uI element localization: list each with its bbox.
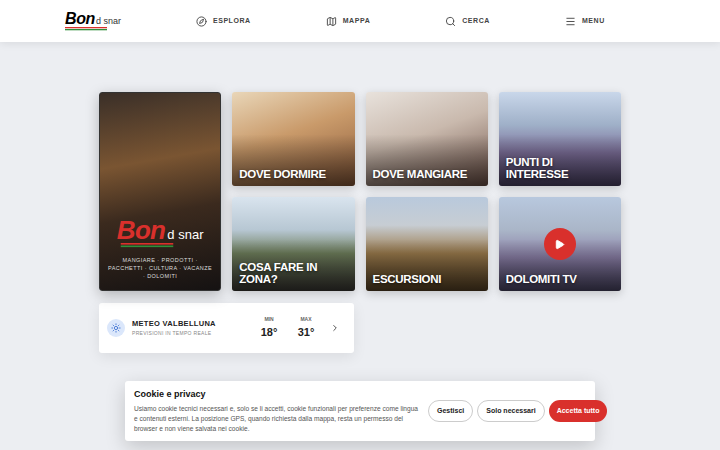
play-button[interactable] xyxy=(544,228,576,260)
tile-label: DOVE DORMIRE xyxy=(232,168,354,186)
category-tile[interactable]: ESCURSIONI xyxy=(366,197,488,291)
weather-max: MAX31° xyxy=(295,316,317,340)
feature-tagline: MANGIARE · PRODOTTI · PACCHETTI · CULTUR… xyxy=(108,256,212,280)
feature-tile[interactable]: Bond snar MANGIARE · PRODOTTI · PACCHETTI… xyxy=(99,92,221,291)
nav-item[interactable]: MAPPA xyxy=(326,16,371,27)
category-tile[interactable]: DOVE DORMIRE xyxy=(232,92,354,186)
cookie-button[interactable]: Gestisci xyxy=(428,400,473,422)
tile-label: DOLOMITI TV xyxy=(499,273,621,291)
nav-item[interactable]: CERCA xyxy=(445,16,490,27)
logo[interactable]: Bond snar xyxy=(65,11,121,31)
nav-icon xyxy=(196,16,207,27)
sun-icon xyxy=(111,323,121,333)
tile-label: COSA FARE IN ZONA? xyxy=(232,261,354,291)
main-nav: ESPLORA MAPPA CERCA MENU xyxy=(196,16,605,27)
tile-label: DOVE MANGIARE xyxy=(366,168,488,186)
nav-item[interactable]: ESPLORA xyxy=(196,16,251,27)
tile-label: ESCURSIONI xyxy=(366,273,488,291)
category-tile[interactable]: COSA FARE IN ZONA? xyxy=(232,197,354,291)
cookie-button[interactable]: Accetta tutto xyxy=(549,400,608,422)
logo-swoosh-icon xyxy=(65,27,107,31)
nav-icon xyxy=(445,16,456,27)
play-icon xyxy=(554,239,565,250)
category-tile[interactable]: DOVE MANGIARE xyxy=(366,92,488,186)
weather-min: MIN18° xyxy=(258,316,280,340)
cookie-button[interactable]: Solo necessari xyxy=(477,400,544,422)
logo[interactable]: Bond snar xyxy=(117,217,204,248)
content: Bond snar MANGIARE · PRODOTTI · PACCHETTI… xyxy=(0,42,720,353)
tile-label: PUNTI DI INTERESSE xyxy=(499,156,621,186)
logo-swoosh-icon xyxy=(117,243,177,248)
cookie-banner: Cookie e privacyUsiamo cookie tecnici ne… xyxy=(125,381,595,441)
chevron-right-icon[interactable] xyxy=(330,323,340,333)
weather-card[interactable]: METEO VALBELLUNAPREVISIONI IN TEMPO REAL… xyxy=(99,303,354,353)
nav-item[interactable]: MENU xyxy=(565,16,605,27)
category-tile[interactable]: PUNTI DI INTERESSE xyxy=(499,92,621,186)
page: Bond snar ESPLORA MAPPA CERCA MENU Bond snar M… xyxy=(0,0,720,450)
tile-grid: Bond snar MANGIARE · PRODOTTI · PACCHETTI… xyxy=(99,92,621,291)
nav-icon xyxy=(565,16,576,27)
category-tile[interactable]: DOLOMITI TV xyxy=(499,197,621,291)
header: Bond snar ESPLORA MAPPA CERCA MENU xyxy=(0,0,720,42)
nav-icon xyxy=(326,16,337,27)
